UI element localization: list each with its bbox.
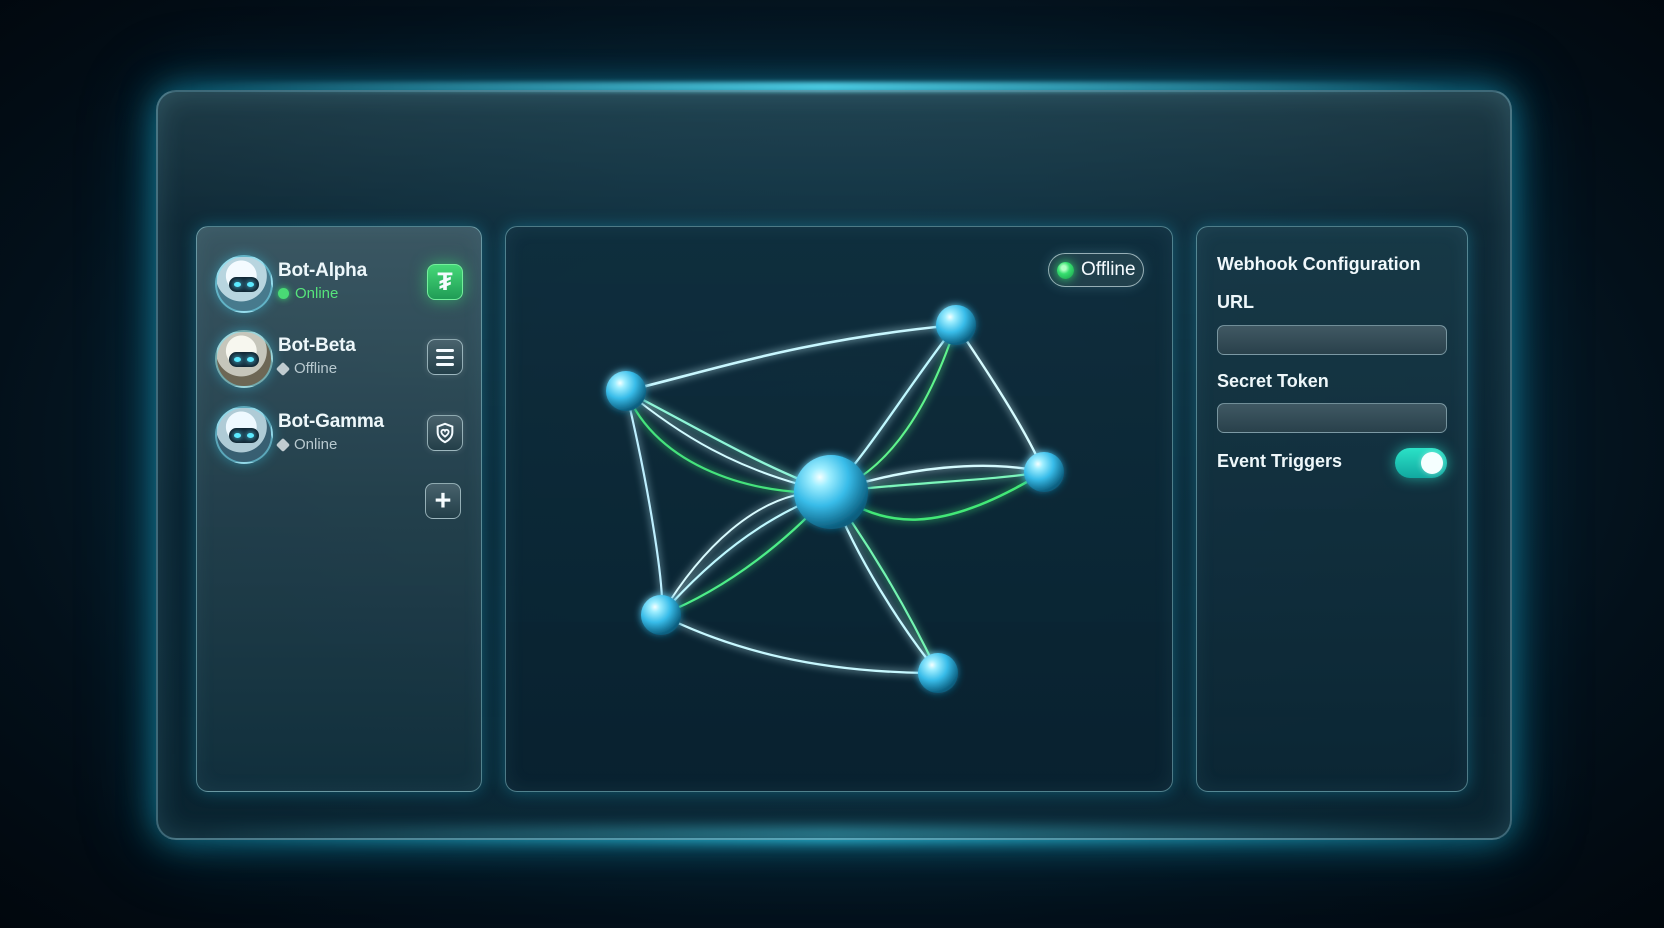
robot-visor-icon	[229, 277, 259, 292]
network-node[interactable]	[1024, 452, 1064, 492]
bot-status-label: Online	[294, 436, 338, 453]
network-link	[624, 389, 664, 617]
bot-beta-avatar	[215, 330, 273, 388]
bot-name: Bot-Gamma	[278, 411, 384, 432]
robot-eye-icon	[247, 357, 254, 362]
add-bot-button[interactable]: +	[425, 483, 461, 519]
status-light-icon	[1057, 261, 1074, 279]
event-triggers-label: Event Triggers	[1217, 451, 1343, 471]
network-link	[954, 323, 1046, 474]
network-node[interactable]	[918, 653, 958, 693]
secret-token-input[interactable]	[1217, 403, 1447, 433]
network-node[interactable]	[606, 371, 646, 411]
offline-status-icon	[275, 361, 291, 376]
network-status-badge: Offline	[1048, 253, 1144, 287]
bot-list-item-gamma[interactable]: Bot-Gamma Online	[215, 403, 463, 465]
bot-gamma-avatar	[215, 406, 273, 464]
network-node[interactable]	[641, 595, 681, 635]
shield-heart-icon-button[interactable]	[427, 415, 463, 451]
bot-status-label: Offline	[294, 360, 338, 377]
event-triggers-toggle[interactable]	[1395, 448, 1447, 478]
bot-status: Online	[275, 436, 338, 453]
url-input[interactable]	[1217, 325, 1447, 355]
bot-status-label: Online	[295, 285, 339, 302]
toggle-knob	[1421, 452, 1443, 474]
robot-eye-icon	[247, 282, 254, 287]
bot-status: Online	[278, 285, 338, 302]
shield-heart-icon	[436, 422, 454, 444]
robot-eye-icon	[234, 357, 241, 362]
menu-icon	[436, 348, 454, 366]
bot-name: Bot-Alpha	[278, 260, 367, 281]
menu-line-icon	[436, 348, 454, 352]
menu-line-icon	[436, 362, 454, 366]
robot-visor-icon	[229, 352, 259, 367]
secret-token-label: Secret Token	[1217, 371, 1329, 391]
status-icon	[275, 437, 291, 452]
bot-name: Bot-Beta	[278, 335, 356, 356]
bot-status: Offline	[275, 360, 338, 377]
robot-eye-icon	[247, 433, 254, 438]
bot-list-item-alpha[interactable]: Bot-Alpha Online ₮	[215, 252, 463, 314]
bot-network-panel: Offline	[505, 226, 1173, 792]
bot-list-item-beta[interactable]: Bot-Beta Offline	[215, 327, 463, 389]
robot-eye-icon	[234, 282, 241, 287]
menu-line-icon	[436, 355, 454, 359]
robot-eye-icon	[234, 433, 241, 438]
bot-list-panel: Bot-Alpha Online ₮ Bot-Beta Offline Bot-…	[196, 226, 482, 792]
network-node[interactable]	[936, 305, 976, 345]
online-status-icon	[278, 288, 289, 299]
bot-alpha-avatar	[215, 255, 273, 313]
network-status-label: Offline	[1081, 259, 1136, 280]
robot-visor-icon	[229, 428, 259, 443]
bot-network-graph	[606, 305, 1064, 693]
green-symbol-icon-button[interactable]: ₮	[427, 264, 463, 300]
network-link	[659, 613, 940, 675]
menu-icon-button[interactable]	[427, 339, 463, 375]
webhook-configuration-title: Webhook Configuration	[1217, 254, 1421, 274]
webhook-configuration-panel: Webhook Configuration URL Secret Token E…	[1196, 226, 1468, 792]
network-central-node[interactable]	[794, 455, 868, 529]
url-label: URL	[1217, 292, 1254, 312]
green-symbol-icon: ₮	[437, 267, 453, 296]
plus-icon: +	[434, 484, 452, 517]
network-link	[624, 323, 958, 393]
